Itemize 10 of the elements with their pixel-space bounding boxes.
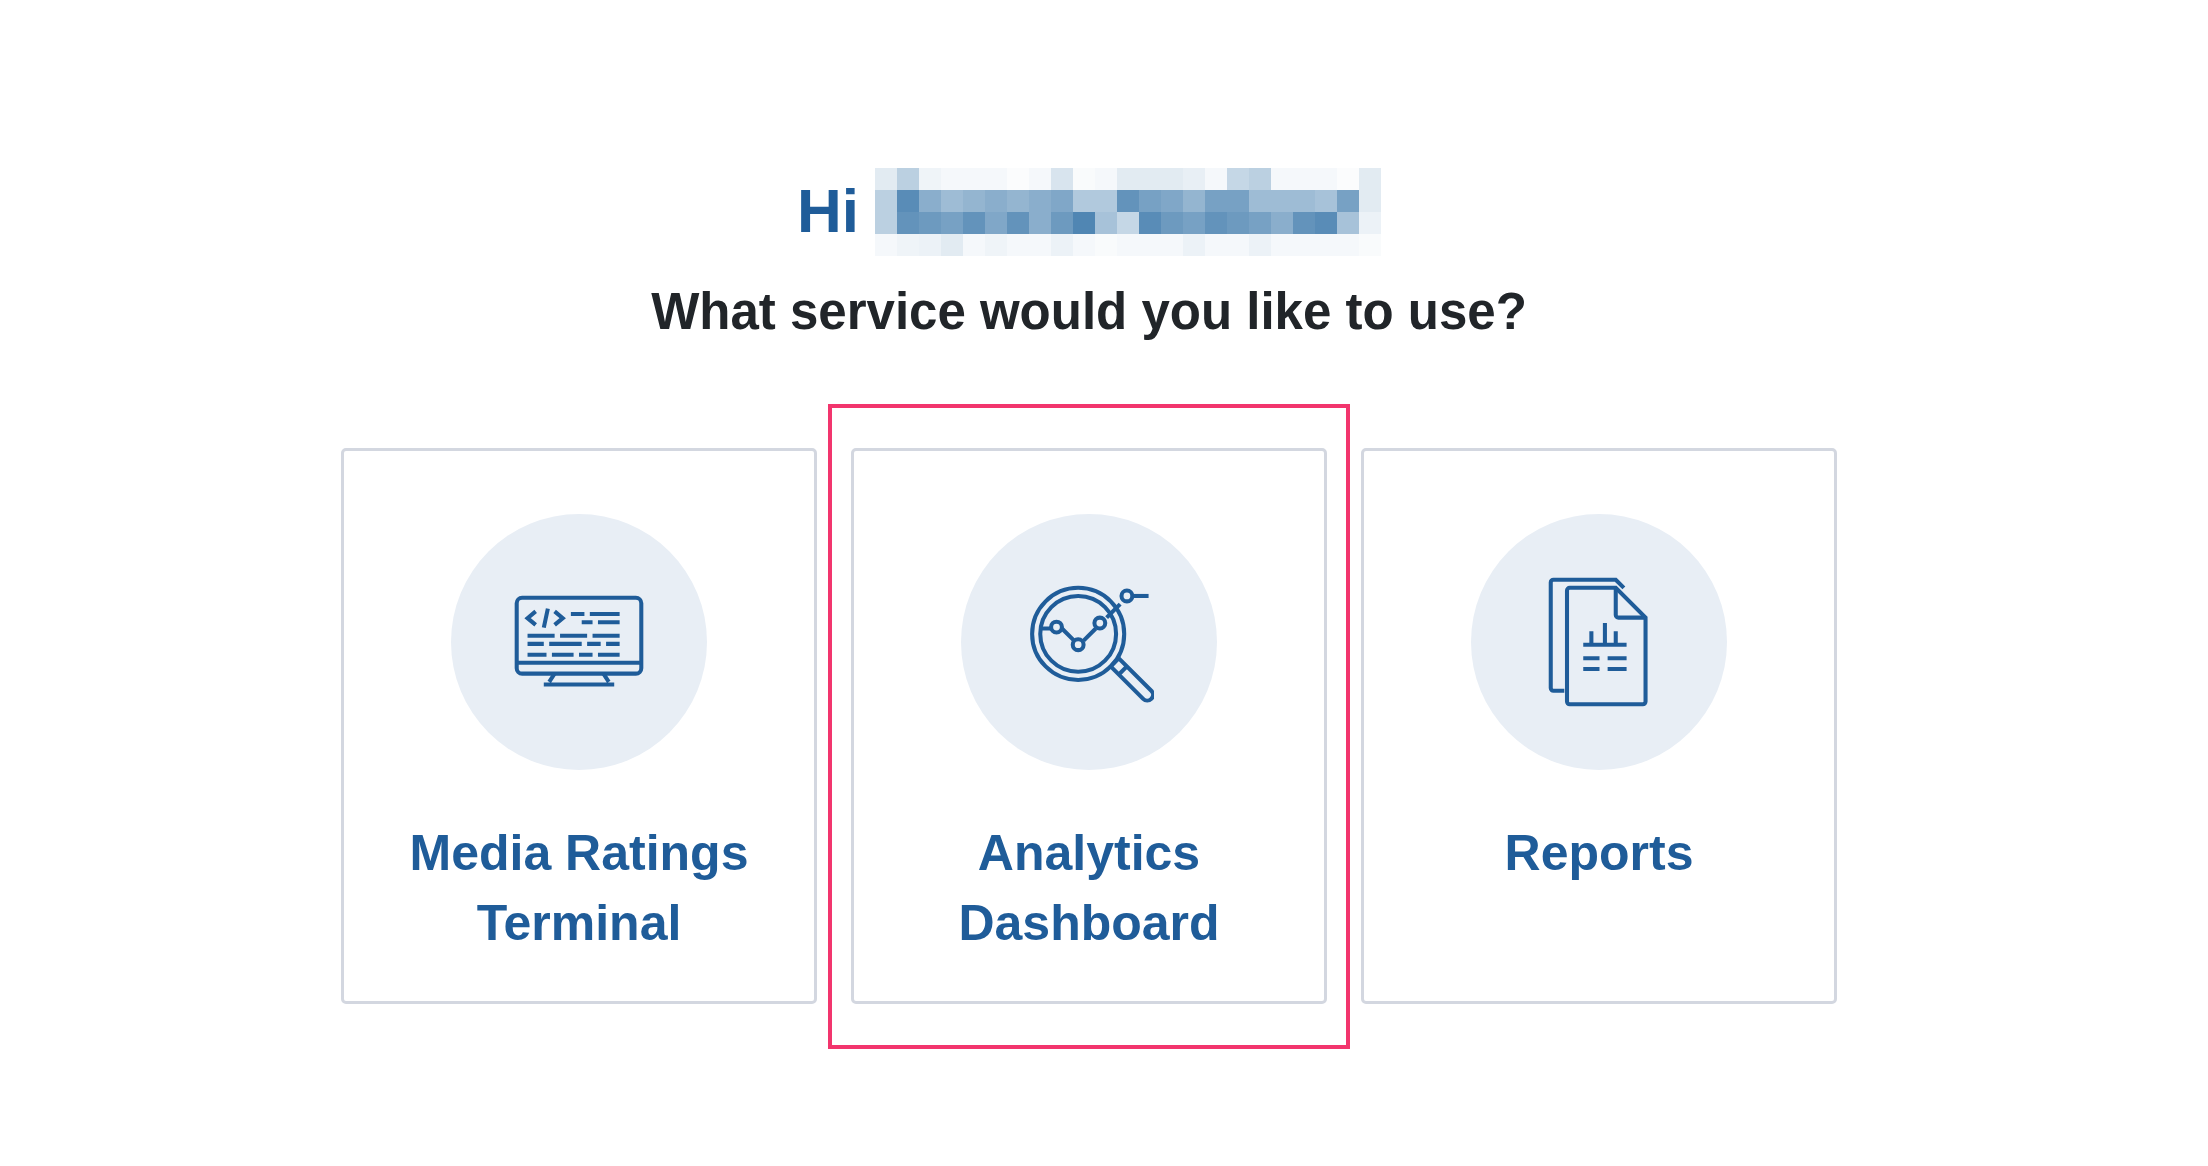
service-card[interactable]: Reports — [1361, 448, 1837, 1004]
question-heading: What service would you like to use? — [651, 282, 1527, 342]
service-card[interactable]: Analytics Dashboard — [851, 448, 1327, 1004]
service-card[interactable]: Media Ratings Terminal — [341, 448, 817, 1004]
greeting: Hi — [797, 175, 859, 247]
documents-chart-icon — [1547, 577, 1651, 707]
service-title: Media Ratings Terminal — [408, 824, 750, 953]
service-title: Reports — [1504, 824, 1694, 883]
service-title: Analytics Dashboard — [957, 824, 1221, 953]
code-monitor-icon — [514, 594, 644, 690]
